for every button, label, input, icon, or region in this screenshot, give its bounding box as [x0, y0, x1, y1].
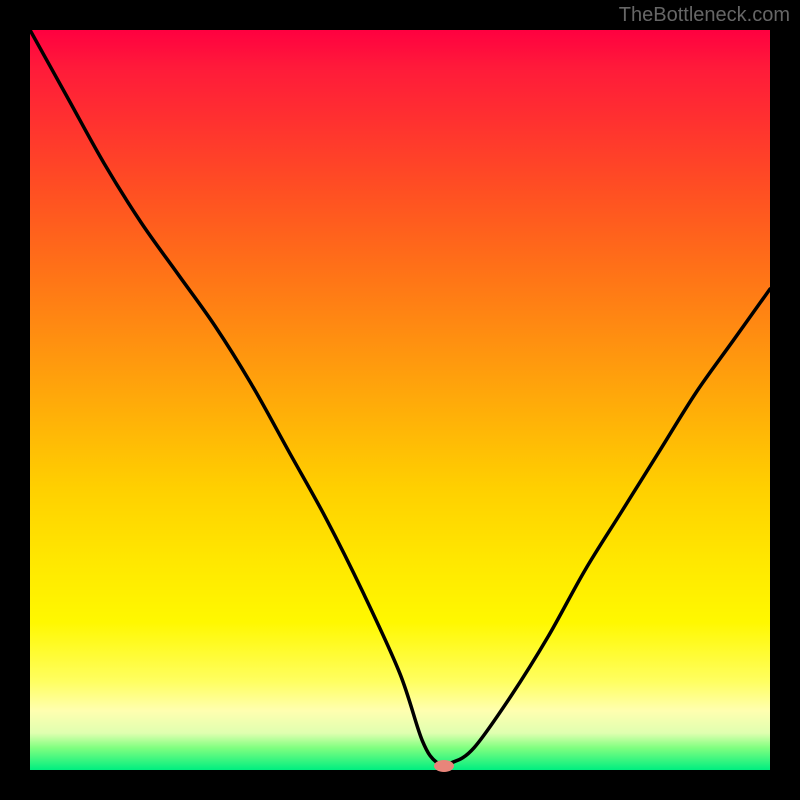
watermark-text: TheBottleneck.com [619, 4, 790, 27]
bottleneck-curve [30, 30, 770, 770]
chart-plot-area [30, 30, 770, 770]
optimal-point-marker [434, 760, 454, 772]
